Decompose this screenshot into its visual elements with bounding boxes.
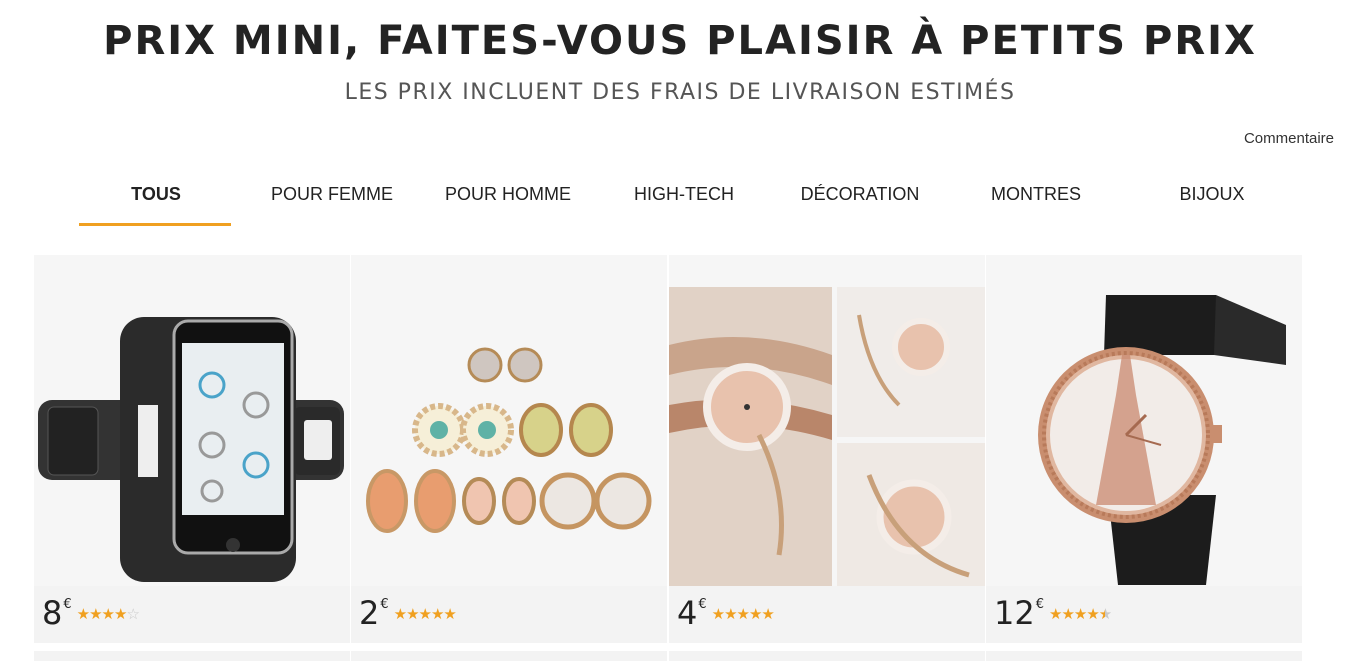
currency-symbol: € [1035, 597, 1044, 612]
tab-montres[interactable]: MONTRES [948, 172, 1124, 226]
feedback-link[interactable]: Commentaire [1244, 130, 1334, 147]
rating-stars: ★★★★★ [1049, 605, 1112, 623]
currency-symbol: € [380, 597, 389, 612]
eiffel-watch-image[interactable] [986, 255, 1302, 586]
product-card[interactable]: 4 € ★★★★★ [669, 255, 985, 643]
product-card-partial[interactable] [986, 651, 1302, 661]
product-grid: 8 € ★★★★☆ 2 € ★★★★★ 4 € ★★★★★ 12 € ★★★★★ [34, 255, 1302, 661]
rating-stars: ★★★★☆ [76, 605, 140, 623]
page-subtitle: LES PRIX INCLUENT DES FRAIS DE LIVRAISON… [344, 80, 1016, 105]
product-price: 4 [677, 594, 698, 632]
currency-symbol: € [63, 597, 72, 612]
tab-pour-homme[interactable]: POUR HOMME [420, 172, 596, 226]
tab-high-tech[interactable]: HIGH-TECH [596, 172, 772, 226]
page-title: PRIX MINI, FAITES-VOUS PLAISIR À PETITS … [103, 18, 1257, 64]
product-card-partial[interactable] [34, 651, 350, 661]
phone-armband-image[interactable] [34, 255, 350, 586]
product-card[interactable]: 8 € ★★★★☆ [34, 255, 350, 643]
price-row: 2 € ★★★★★ [359, 593, 457, 633]
price-row: 12 € ★★★★★ [994, 593, 1112, 633]
tab-bijoux[interactable]: BIJOUX [1124, 172, 1300, 226]
tab-tous[interactable]: TOUS [68, 172, 244, 226]
tab-pour-femme[interactable]: POUR FEMME [244, 172, 420, 226]
product-card[interactable]: 12 € ★★★★★ [986, 255, 1302, 643]
earrings-set-image[interactable] [351, 255, 667, 586]
category-tabs: TOUS POUR FEMME POUR HOMME HIGH-TECH DÉC… [68, 172, 1300, 228]
product-price: 2 [359, 594, 380, 632]
currency-symbol: € [698, 597, 707, 612]
price-row: 4 € ★★★★★ [677, 593, 775, 633]
product-price: 8 [42, 594, 63, 632]
product-card-partial[interactable] [351, 651, 667, 661]
rating-stars: ★★★★★ [711, 605, 775, 623]
price-row: 8 € ★★★★☆ [42, 593, 140, 633]
rating-stars: ★★★★★ [393, 605, 457, 623]
product-price: 12 [994, 594, 1035, 632]
tab-decoration[interactable]: DÉCORATION [772, 172, 948, 226]
product-card[interactable]: 2 € ★★★★★ [351, 255, 667, 643]
product-card-partial[interactable] [669, 651, 985, 661]
bracelet-watch-image[interactable] [669, 255, 985, 586]
